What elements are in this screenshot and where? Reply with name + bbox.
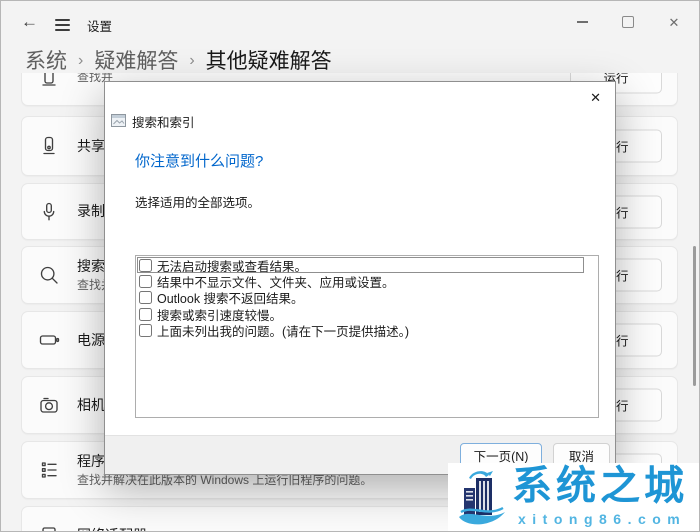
- watermark-site-name: 系统之城: [512, 463, 688, 509]
- minimize-icon: [577, 21, 588, 22]
- checkbox[interactable]: [139, 324, 152, 337]
- option-row[interactable]: 无法启动搜索或查看结果。: [137, 257, 584, 273]
- search-indexing-dialog: ✕ 搜索和索引 你注意到什么问题? 选择适用的全部选项。 无法启动搜索或查看结果…: [104, 81, 616, 475]
- checkbox[interactable]: [139, 291, 152, 304]
- minimize-button[interactable]: [569, 11, 595, 33]
- breadcrumb: 系统 › 疑难解答 › 其他疑难解答: [25, 45, 332, 75]
- breadcrumb-system[interactable]: 系统: [25, 45, 67, 75]
- checkbox[interactable]: [139, 259, 152, 272]
- app-title: 设置: [87, 16, 112, 35]
- microphone-icon: [38, 201, 60, 223]
- watermark-domain: xitong86.com: [518, 511, 686, 527]
- city-logo-icon: [453, 467, 511, 532]
- option-row[interactable]: Outlook 搜索不返回结果。: [137, 290, 584, 306]
- settings-window: ← 设置 ✕ 系统 › 疑难解答 › 其他疑难解答 查找并 运行 共享 运行: [0, 0, 700, 532]
- chevron-right-icon: ›: [78, 50, 83, 70]
- card-title: 相机: [77, 396, 105, 415]
- options-listbox: 无法启动搜索或查看结果。 结果中不显示文件、文件夹、应用或设置。 Outlook…: [135, 255, 599, 418]
- option-row[interactable]: 结果中不显示文件、文件夹、应用或设置。: [137, 273, 584, 289]
- camera-icon: [38, 394, 60, 416]
- checkbox[interactable]: [139, 275, 152, 288]
- device-icon: [38, 73, 60, 88]
- window-controls: ✕: [569, 11, 687, 33]
- card-title: 共享: [77, 137, 105, 156]
- dialog-title: 搜索和索引: [132, 112, 195, 131]
- option-row[interactable]: 上面未列出我的问题。(请在下一页提供描述。): [137, 323, 584, 339]
- option-row[interactable]: 搜索或索引速度较慢。: [137, 306, 584, 322]
- hamburger-menu-icon[interactable]: [55, 19, 70, 34]
- troubleshooter-window-icon: [111, 114, 126, 130]
- search-icon: [38, 264, 60, 286]
- back-arrow-icon[interactable]: ←: [21, 12, 38, 32]
- site-watermark: 系统之城 xitong86.com: [448, 463, 700, 532]
- close-window-button[interactable]: ✕: [661, 11, 687, 33]
- maximize-icon: [622, 16, 634, 28]
- chevron-right-icon: ›: [189, 50, 194, 70]
- program-list-icon: [38, 459, 60, 481]
- battery-icon: [38, 329, 60, 351]
- scrollbar[interactable]: [693, 246, 696, 386]
- close-icon: ✕: [669, 16, 680, 29]
- shared-device-icon: [38, 135, 60, 157]
- breadcrumb-troubleshoot[interactable]: 疑难解答: [94, 45, 178, 75]
- card-title: 网络适配器: [77, 526, 147, 532]
- dialog-instruction: 选择适用的全部选项。: [135, 192, 260, 211]
- breadcrumb-other-troubleshooters: 其他疑难解答: [206, 45, 332, 75]
- dialog-close-button[interactable]: ✕: [586, 88, 605, 108]
- dialog-heading: 你注意到什么问题?: [135, 150, 263, 171]
- maximize-button[interactable]: [615, 11, 641, 33]
- network-adapter-icon: [38, 524, 60, 532]
- option-label: 上面未列出我的问题。(请在下一页提供描述。): [157, 321, 409, 340]
- card-title: 录制: [77, 202, 105, 221]
- card-title: 电源: [77, 331, 105, 350]
- checkbox[interactable]: [139, 308, 152, 321]
- dialog-caption: 搜索和索引: [111, 112, 195, 131]
